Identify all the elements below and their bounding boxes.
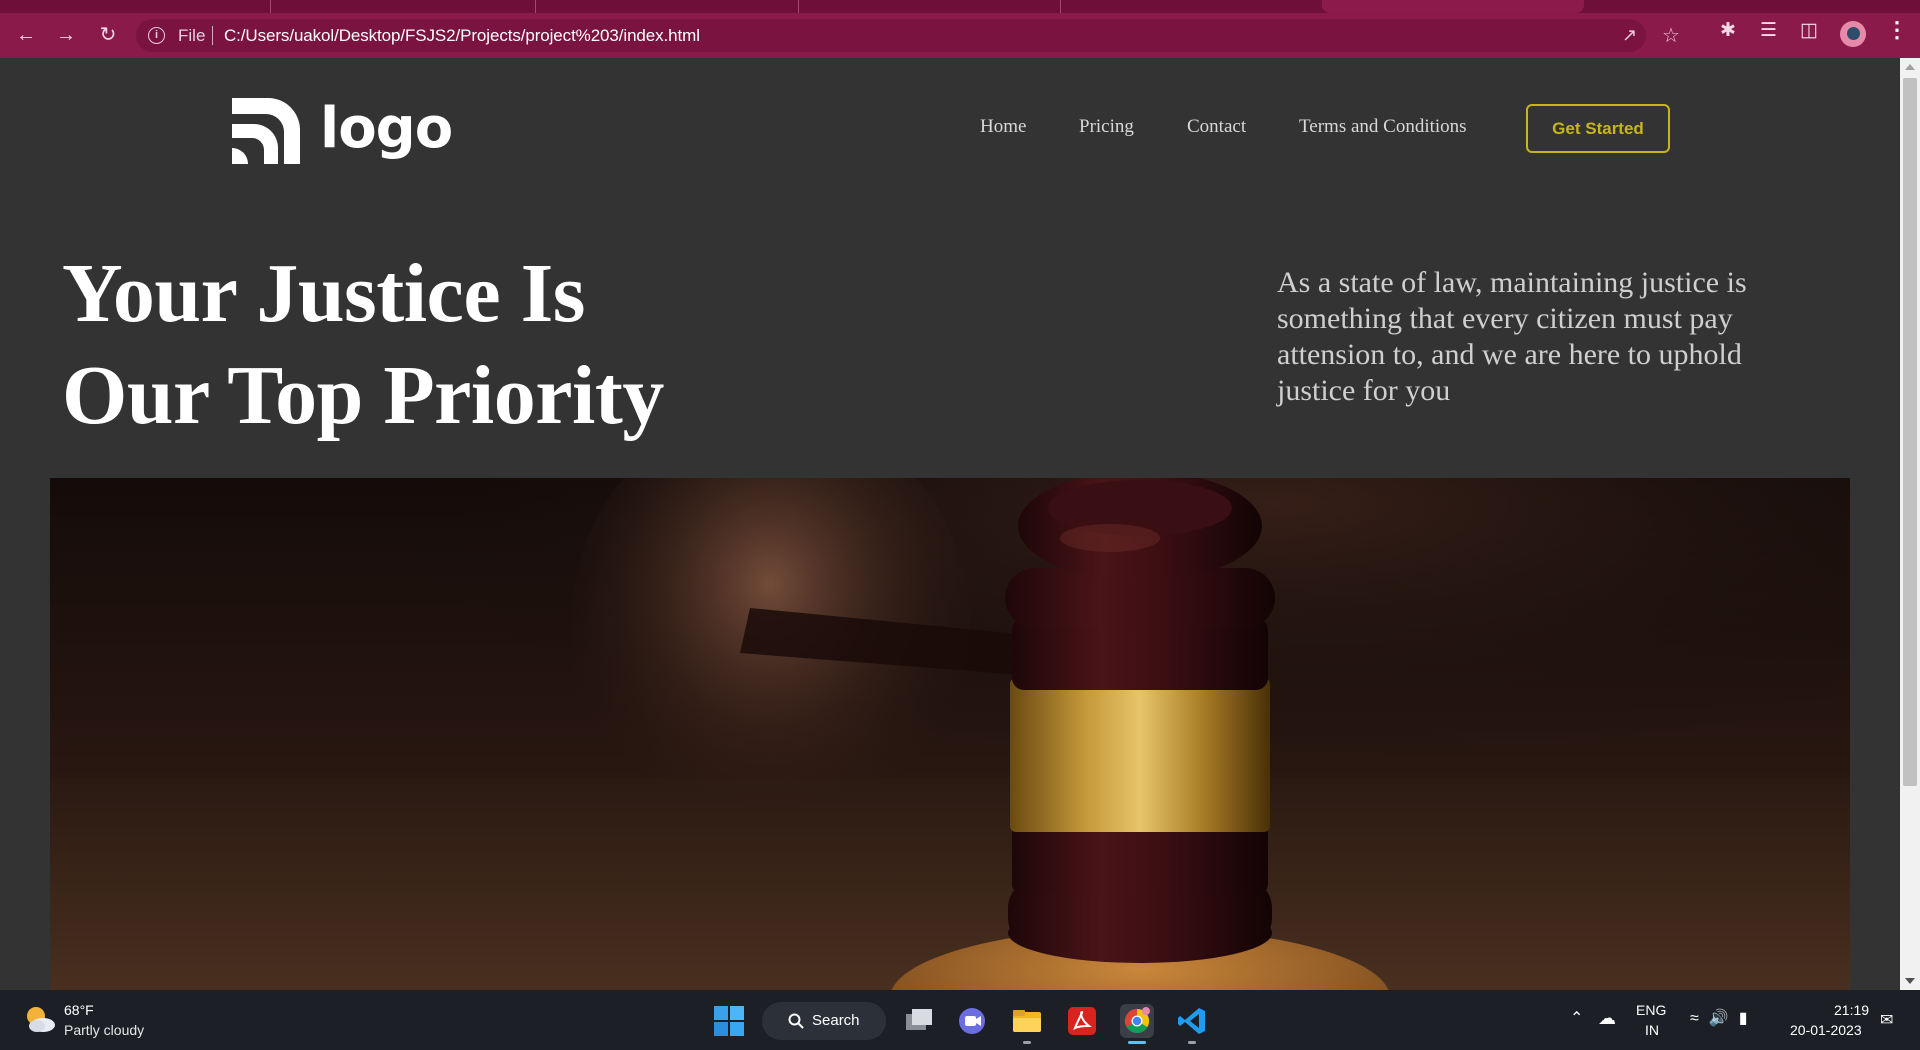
site-logo[interactable]: logo <box>228 92 453 172</box>
tab-divider <box>535 0 536 13</box>
url-text[interactable]: C:/Users/uakol/Desktop/FSJS2/Projects/pr… <box>224 26 700 46</box>
region-indicator[interactable]: IN <box>1645 1022 1659 1038</box>
media-queue-icon[interactable]: ☰ <box>1760 19 1777 42</box>
weather-description[interactable]: Partly cloudy <box>64 1022 144 1038</box>
hero-title-line-1: Your Justice Is <box>62 247 586 340</box>
notification-icon[interactable]: ✉ <box>1880 1010 1893 1030</box>
page-scrollbar[interactable] <box>1900 58 1920 990</box>
webpage: logo Home Pricing Contact Terms and Cond… <box>0 58 1900 990</box>
hero-title-line-2: Our Top Priority <box>62 349 664 442</box>
active-app-indicator <box>1128 1041 1146 1044</box>
taskbar-search[interactable]: Search <box>762 1002 886 1040</box>
url-scheme: File <box>178 26 206 45</box>
side-panel-icon[interactable]: ◫ <box>1800 19 1818 42</box>
task-view-icon[interactable] <box>902 1004 936 1038</box>
logo-mark-icon <box>232 98 300 164</box>
clock-time[interactable]: 21:19 <box>1834 1002 1869 1018</box>
menu-kebab-icon[interactable]: ⋮ <box>1886 17 1908 43</box>
address-bar[interactable]: i File C:/Users/uakol/Desktop/FSJS2/Proj… <box>136 19 1680 52</box>
clock-date[interactable]: 20-01-2023 <box>1790 1022 1862 1038</box>
forward-icon[interactable]: → <box>52 21 80 49</box>
nav-home[interactable]: Home <box>980 116 1026 138</box>
scroll-down-icon[interactable] <box>1905 978 1915 984</box>
bookmark-star-icon[interactable]: ☆ <box>1662 23 1680 48</box>
taskbar: 68°F Partly cloudy Search ⌃ ☁ ENG IN ≈🔊▮… <box>0 990 1920 1050</box>
hero-gavel-image <box>50 478 1850 990</box>
back-icon[interactable]: ← <box>12 21 40 49</box>
vscode-icon[interactable] <box>1175 1004 1209 1038</box>
tab-divider <box>798 0 799 13</box>
file-explorer-icon[interactable] <box>1010 1004 1044 1038</box>
hero-description: As a state of law, maintaining justice i… <box>1277 266 1747 407</box>
language-indicator[interactable]: ENG <box>1636 1002 1666 1018</box>
acrobat-icon[interactable] <box>1065 1004 1099 1038</box>
tab-strip <box>0 0 1920 13</box>
start-icon[interactable] <box>714 1006 744 1036</box>
partly-cloudy-icon[interactable] <box>22 1004 56 1034</box>
nav-pricing[interactable]: Pricing <box>1079 116 1134 138</box>
site-info-icon[interactable]: i <box>148 27 165 44</box>
browser-toolbar: ← → ↻ i File C:/Users/uakol/Desktop/FSJS… <box>0 13 1920 58</box>
search-icon <box>788 1013 804 1029</box>
active-tab[interactable] <box>1322 0 1584 13</box>
running-indicator <box>1023 1041 1031 1044</box>
chevron-up-icon[interactable]: ⌃ <box>1570 1008 1583 1028</box>
weather-temperature[interactable]: 68°F <box>64 1002 94 1018</box>
scroll-up-icon[interactable] <box>1905 64 1915 70</box>
teams-chat-icon[interactable] <box>955 1004 989 1038</box>
network-volume-battery-icons[interactable]: ≈🔊▮ <box>1690 1008 1758 1028</box>
tab-divider <box>270 0 271 13</box>
extensions-icon[interactable]: ✱ <box>1720 19 1736 42</box>
nav-terms[interactable]: Terms and Conditions <box>1299 116 1467 138</box>
search-label: Search <box>812 1012 860 1029</box>
running-indicator <box>1188 1041 1196 1044</box>
chrome-icon[interactable] <box>1120 1004 1154 1038</box>
nav-contact[interactable]: Contact <box>1187 116 1246 138</box>
reload-icon[interactable]: ↻ <box>94 21 122 49</box>
url-separator <box>212 26 213 45</box>
share-icon[interactable]: ↗ <box>1622 25 1637 46</box>
get-started-button[interactable]: Get Started <box>1526 104 1670 153</box>
gavel-illustration <box>50 478 1850 990</box>
onedrive-cloud-icon[interactable]: ☁ <box>1598 1008 1616 1029</box>
logo-wordmark: logo <box>320 96 453 161</box>
hero-title: Your Justice Is Our Top Priority <box>62 243 862 447</box>
tab-divider <box>1060 0 1061 13</box>
profile-avatar[interactable] <box>1840 21 1866 47</box>
scrollbar-thumb[interactable] <box>1903 78 1917 786</box>
